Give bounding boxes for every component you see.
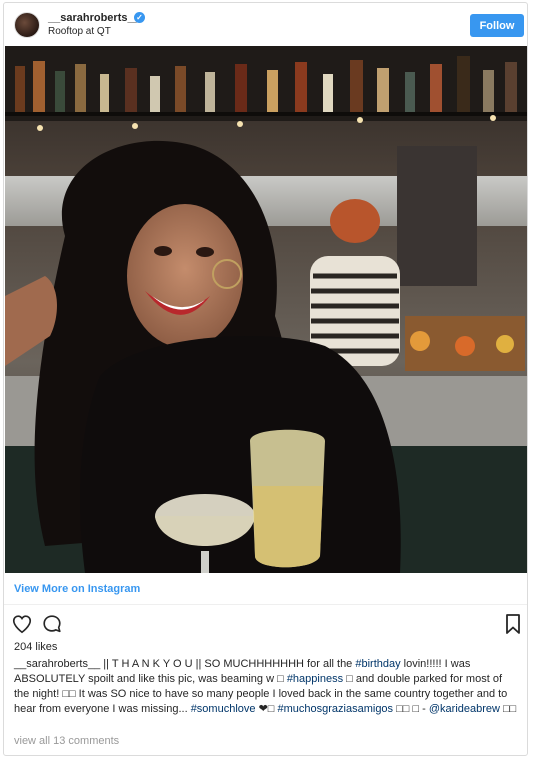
location-link[interactable]: Rooftop at QT [48,26,111,37]
caption-text: ❤□ [255,703,278,715]
username-link[interactable]: __sarahroberts__ [48,12,140,24]
instagram-embed-card: __sarahroberts__ ✓ Rooftop at QT Follow [3,2,528,756]
caption-text: || T H A N K Y O U || SO MUCHHHHHHH for … [100,658,356,670]
divider [4,604,527,605]
hashtag-link[interactable]: #birthday [355,658,400,670]
hashtag-link[interactable]: #happiness [287,673,343,685]
caption-text: □□ □ - [393,703,429,715]
heart-icon[interactable] [11,613,33,635]
view-more-link[interactable]: View More on Instagram [14,583,140,595]
follow-button[interactable]: Follow [470,14,524,37]
mention-link[interactable]: @karideabrew [429,703,500,715]
verified-badge-icon: ✓ [134,12,145,23]
caption-text: □□ [499,703,517,715]
comment-icon[interactable] [41,613,63,635]
post-caption: __sarahroberts__ || T H A N K Y O U || S… [14,657,519,717]
avatar[interactable] [14,12,40,38]
post-photo[interactable] [5,46,528,573]
hashtag-link[interactable]: #mucho​sgraziasamigos [278,703,394,715]
hashtag-link[interactable]: #somuchlove [191,703,256,715]
view-comments-link[interactable]: view all 13 comments [14,735,119,747]
caption-username-link[interactable]: __sarahroberts__ [14,658,100,670]
post-header: __sarahroberts__ ✓ Rooftop at QT Follow [4,3,527,47]
likes-count: 204 likes [14,641,58,653]
bookmark-icon[interactable] [504,613,522,635]
